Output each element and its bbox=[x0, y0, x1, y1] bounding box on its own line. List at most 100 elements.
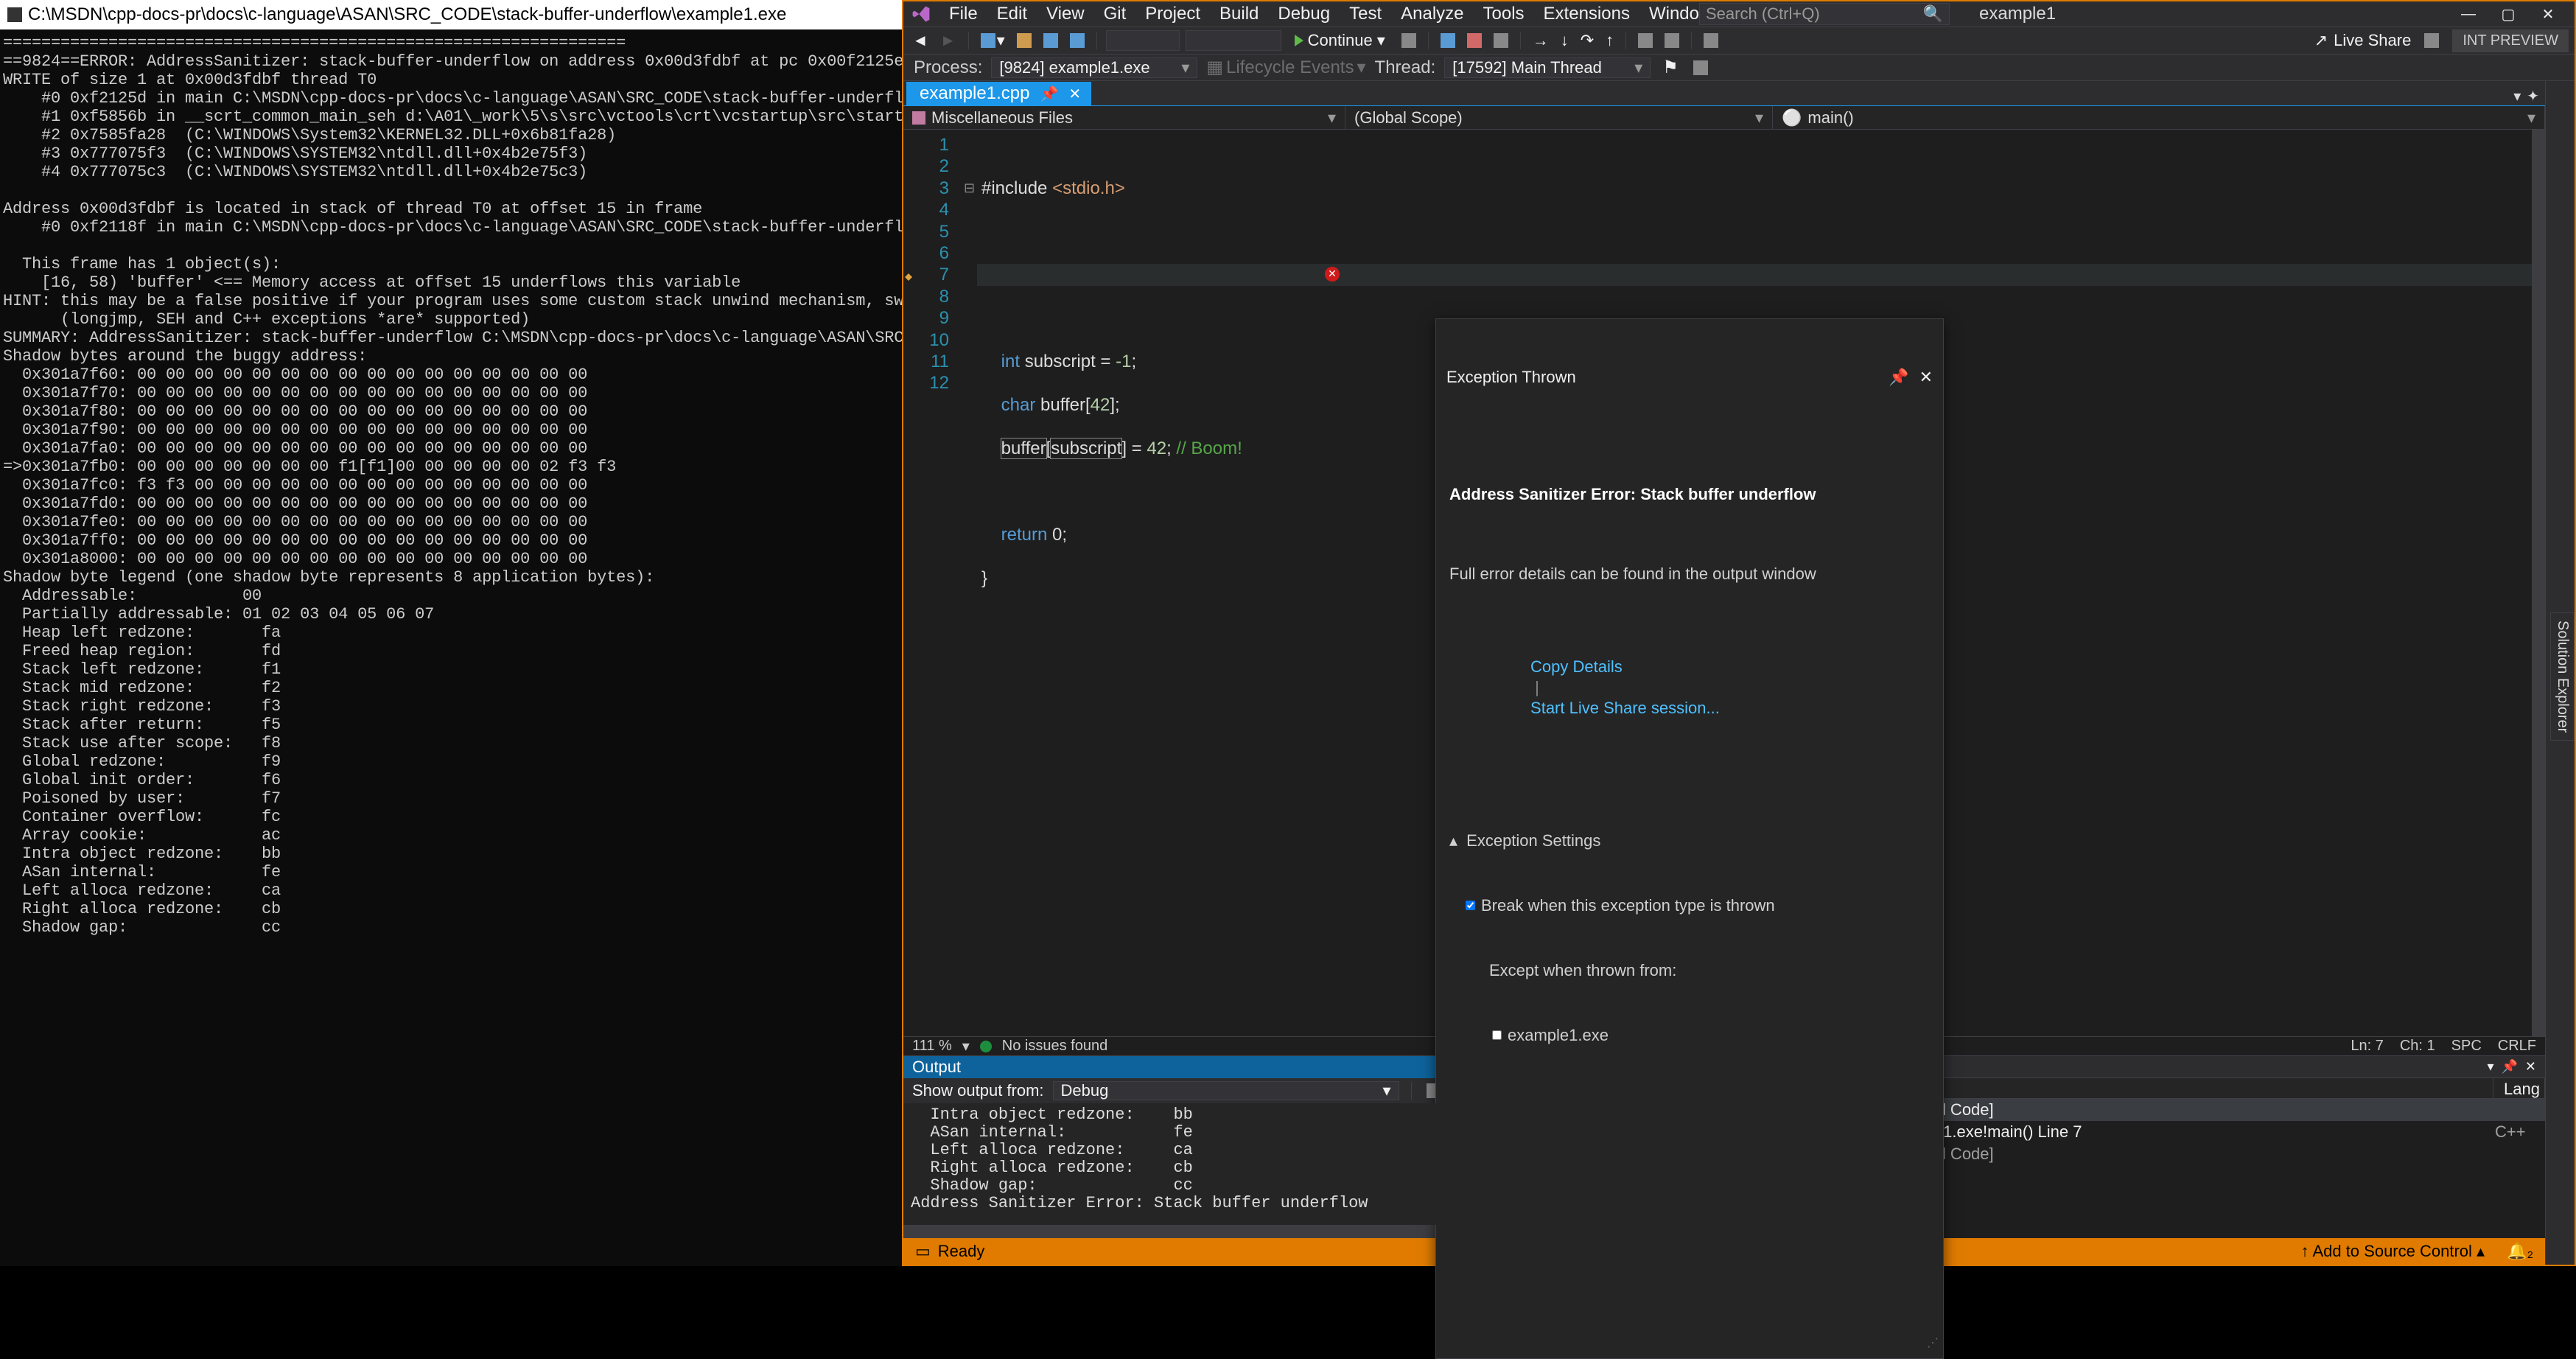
minimize-button[interactable]: — bbox=[2454, 3, 2483, 25]
debug-target-button[interactable] bbox=[1399, 32, 1419, 49]
notifications-button[interactable]: 🔔₂ bbox=[2507, 1242, 2533, 1261]
menu-edit[interactable]: Edit bbox=[988, 1, 1036, 27]
save-all-button[interactable] bbox=[1067, 32, 1088, 49]
play-icon bbox=[1295, 35, 1303, 46]
start-liveshare-link[interactable]: Start Live Share session... bbox=[1530, 699, 1720, 717]
breakpoint-margin[interactable] bbox=[903, 268, 912, 286]
callstack-row[interactable]: [External Code] bbox=[1860, 1143, 2545, 1165]
pin-icon[interactable]: 📌 bbox=[1889, 366, 1908, 388]
char-indicator[interactable]: Ch: 1 bbox=[2400, 1038, 2435, 1055]
zoom-level[interactable]: 111 % bbox=[912, 1038, 952, 1055]
issues-label[interactable]: No issues found bbox=[1002, 1038, 1107, 1055]
menu-test[interactable]: Test bbox=[1340, 1, 1390, 27]
lineending-indicator[interactable]: CRLF bbox=[2498, 1038, 2536, 1055]
feedback-button[interactable] bbox=[2421, 32, 2442, 49]
main-menu: File Edit View Git Project Build Debug T… bbox=[940, 1, 1777, 27]
menu-view[interactable]: View bbox=[1037, 1, 1093, 27]
process-combo[interactable]: [9824] example1.exe▾ bbox=[991, 57, 1197, 78]
solution-explorer-tab[interactable]: Solution Explorer bbox=[2550, 612, 2575, 741]
close-tab-icon[interactable]: ✕ bbox=[1068, 85, 1081, 103]
editor-vertical-scrollbar[interactable] bbox=[2532, 130, 2545, 1036]
pin-icon[interactable]: 📌 bbox=[1040, 85, 1058, 103]
new-item-button[interactable]: ▾ bbox=[978, 29, 1008, 52]
search-placeholder: Search (Ctrl+Q) bbox=[1706, 4, 1820, 24]
code-editor[interactable]: 123456789101112 ⊟ #include <stdio.h> int… bbox=[903, 130, 2545, 1036]
stack-frame-button[interactable] bbox=[1690, 59, 1711, 77]
panel-menu-icon[interactable]: ▾ bbox=[2487, 1059, 2493, 1075]
vs-titlebar[interactable]: File Edit View Git Project Build Debug T… bbox=[903, 1, 2575, 27]
step-out-button[interactable]: ↑ bbox=[1603, 29, 1617, 52]
panel-close-icon[interactable]: ✕ bbox=[2525, 1059, 2536, 1075]
type-scope-combo[interactable]: (Global Scope)▾ bbox=[1345, 106, 1773, 129]
fold-gutter[interactable]: ⊟ bbox=[964, 130, 977, 1036]
nav-back-button[interactable]: ◄ bbox=[909, 29, 931, 52]
panel-pin-icon[interactable]: 📌 bbox=[2501, 1059, 2517, 1075]
vs-logo-icon bbox=[911, 1, 936, 27]
spaces-indicator[interactable]: SPC bbox=[2451, 1038, 2482, 1055]
member-scope-combo[interactable]: ⚪ main()▾ bbox=[1773, 106, 2545, 129]
output-text[interactable]: Intra object redzone: bb ASan internal: … bbox=[903, 1103, 1859, 1225]
document-tab[interactable]: example1.cpp 📌 ✕ bbox=[906, 82, 1091, 105]
callstack-title[interactable]: Call Stack ▾📌✕ bbox=[1860, 1056, 2545, 1078]
menu-extensions[interactable]: Extensions bbox=[1535, 1, 1639, 27]
module-exclude-checkbox[interactable]: example1.exe bbox=[1492, 1025, 1930, 1046]
project-icon bbox=[912, 111, 925, 125]
open-button[interactable] bbox=[1014, 32, 1035, 49]
tab-overflow-button[interactable]: ▾ bbox=[2513, 87, 2521, 105]
misc-button-1[interactable] bbox=[1635, 32, 1656, 49]
exception-detail: Full error details can be found in the o… bbox=[1449, 564, 1930, 584]
line-indicator[interactable]: Ln: 7 bbox=[2351, 1038, 2383, 1055]
code-area[interactable]: #include <stdio.h> int main() { int subs… bbox=[977, 130, 2545, 1036]
console-output: ========================================… bbox=[0, 29, 902, 1266]
menu-build[interactable]: Build bbox=[1211, 1, 1267, 27]
misc-button-3[interactable] bbox=[1701, 32, 1721, 49]
menu-git[interactable]: Git bbox=[1095, 1, 1135, 27]
add-source-control-button[interactable]: ↑ Add to Source Control ▴ bbox=[2301, 1242, 2485, 1261]
error-glyph-icon[interactable]: ✕ bbox=[1325, 267, 1340, 282]
col-lang[interactable]: Lang bbox=[2493, 1078, 2545, 1098]
break-all-button[interactable] bbox=[1438, 32, 1458, 49]
close-button[interactable]: ✕ bbox=[2533, 3, 2563, 25]
menu-project[interactable]: Project bbox=[1136, 1, 1209, 27]
restart-button[interactable] bbox=[1491, 32, 1511, 49]
break-when-thrown-checkbox[interactable]: Break when this exception type is thrown bbox=[1466, 895, 1930, 916]
console-title-text: C:\MSDN\cpp-docs-pr\docs\c-language\ASAN… bbox=[28, 4, 786, 25]
misc-button-2[interactable] bbox=[1662, 32, 1682, 49]
lifecycle-events-button[interactable]: ▦ Lifecycle Events ▾ bbox=[1206, 57, 1365, 78]
menu-debug[interactable]: Debug bbox=[1269, 1, 1339, 27]
line-number-gutter: 123456789101112 bbox=[914, 130, 964, 1036]
maximize-button[interactable]: ▢ bbox=[2493, 3, 2523, 25]
close-icon[interactable]: ✕ bbox=[1919, 366, 1933, 388]
save-button[interactable] bbox=[1040, 32, 1061, 49]
step-over-button[interactable]: ↷ bbox=[1578, 29, 1597, 52]
stop-button[interactable] bbox=[1464, 32, 1485, 49]
tab-options-button[interactable]: ✦ bbox=[2527, 87, 2539, 105]
callstack-panel: Call Stack ▾📌✕ Name Lang [External Code]… bbox=[1860, 1056, 2545, 1238]
menu-file[interactable]: File bbox=[940, 1, 987, 27]
menu-tools[interactable]: Tools bbox=[1474, 1, 1533, 27]
project-scope-combo[interactable]: Miscellaneous Files▾ bbox=[903, 106, 1345, 129]
side-tab-strip: Solution Explorer Team Explorer bbox=[2545, 81, 2575, 1265]
exception-title: Exception Thrown bbox=[1446, 366, 1576, 388]
solution-config-combo[interactable] bbox=[1106, 30, 1180, 51]
live-share-button[interactable]: ↗ Live Share bbox=[2314, 31, 2412, 50]
solution-platform-combo[interactable] bbox=[1186, 30, 1281, 51]
menu-analyze[interactable]: Analyze bbox=[1392, 1, 1472, 27]
col-name[interactable]: Name bbox=[1880, 1078, 2493, 1098]
show-next-statement-button[interactable]: → bbox=[1530, 29, 1552, 52]
visual-studio-window: File Edit View Git Project Build Debug T… bbox=[902, 0, 2576, 1266]
copy-details-link[interactable]: Copy Details bbox=[1530, 657, 1623, 676]
callstack-row[interactable]: ➔example1.exe!main() Line 7C++ bbox=[1860, 1121, 2545, 1143]
continue-button[interactable]: Continue ▾ bbox=[1287, 29, 1393, 52]
output-source-combo[interactable]: Debug▾ bbox=[1053, 1081, 1399, 1100]
flag-button[interactable]: ⚑ bbox=[1659, 55, 1681, 80]
nav-fwd-button[interactable]: ► bbox=[937, 29, 959, 52]
exception-settings-expander[interactable]: ▴ Exception Settings bbox=[1449, 831, 1930, 851]
resize-grip-icon[interactable]: ⋰ bbox=[1927, 1333, 1939, 1354]
console-titlebar[interactable]: C:\MSDN\cpp-docs-pr\docs\c-language\ASAN… bbox=[0, 0, 902, 29]
quick-search[interactable]: Search (Ctrl+Q) 🔍 bbox=[1699, 3, 1950, 25]
thread-combo[interactable]: [17592] Main Thread▾ bbox=[1444, 57, 1651, 78]
thread-label: Thread: bbox=[1375, 57, 1436, 78]
callstack-row[interactable]: [External Code] bbox=[1860, 1099, 2545, 1121]
step-into-button[interactable]: ↓ bbox=[1558, 29, 1572, 52]
